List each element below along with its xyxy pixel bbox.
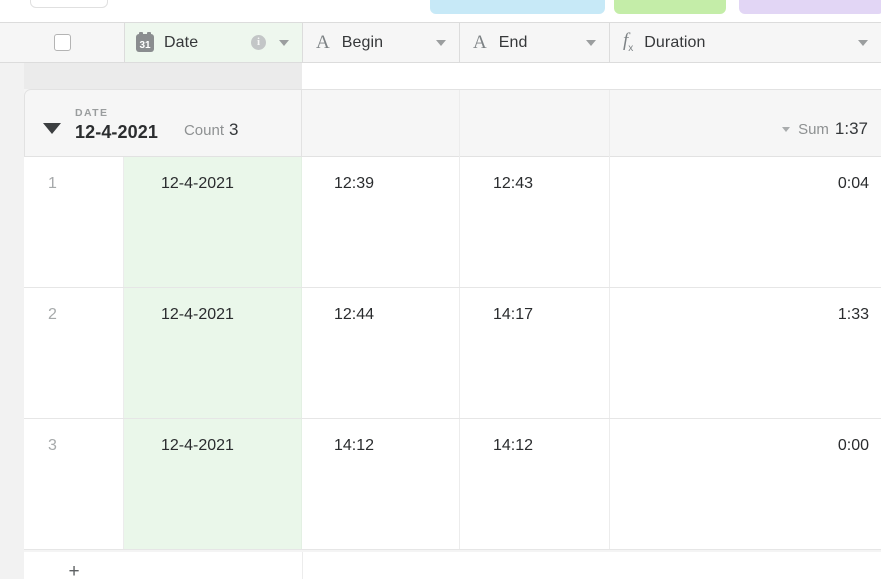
group-count-value: 3 [229, 119, 239, 139]
cell-date[interactable]: 12-4-2021 [124, 419, 302, 549]
group-count[interactable]: Count 3 [184, 120, 239, 140]
text-field-icon: A [316, 32, 330, 53]
group-count-label: Count [183, 121, 224, 139]
left-gutter [0, 63, 24, 579]
tab-blue[interactable] [430, 0, 605, 14]
calendar-icon: 31 [136, 31, 154, 52]
table-row[interactable]: 3 12-4-2021 14:12 14:12 0:00 [24, 419, 881, 550]
cell-value: 12-4-2021 [161, 437, 234, 454]
group-header-divider [459, 90, 460, 157]
row-number-cell[interactable]: 1 [24, 157, 124, 287]
header-cell-date[interactable]: 31 Date i [125, 23, 302, 62]
group-summary-value: 1:37 [834, 119, 868, 138]
grid-app: 31 Date i A Begin A End fx Duration DATE… [0, 0, 881, 579]
cell-value: 0:00 [837, 437, 869, 454]
row-number-cell[interactable]: 2 [24, 288, 124, 418]
cell-value: 14:12 [493, 437, 534, 454]
calendar-icon-text: 31 [139, 39, 151, 51]
header-cell-begin[interactable]: A Begin [303, 23, 459, 62]
cell-date[interactable]: 12-4-2021 [124, 157, 302, 287]
header-cell-end[interactable]: A End [460, 23, 609, 62]
cell-value: 12-4-2021 [161, 175, 234, 192]
group-summary-label: Sum [798, 120, 829, 138]
cell-value: 12-4-2021 [161, 306, 234, 323]
row-number: 3 [48, 437, 57, 454]
chevron-down-icon[interactable] [586, 39, 596, 46]
cell-begin[interactable]: 12:44 [302, 288, 460, 418]
row-number: 1 [48, 175, 57, 192]
table-row[interactable]: 2 12-4-2021 12:44 14:17 1:33 [24, 288, 881, 419]
header-select-all-cell [0, 23, 124, 62]
header-label-duration: Duration [644, 33, 706, 51]
group-summary-duration[interactable]: Sum 1:37 [782, 119, 868, 139]
tab-active[interactable] [30, 0, 108, 8]
column-header-row: 31 Date i A Begin A End fx Duration [0, 22, 881, 63]
cell-value: 1:33 [837, 306, 869, 323]
footer-divider [302, 552, 303, 579]
row-grid: 1 12-4-2021 12:39 12:43 0:04 2 12-4-2021… [0, 157, 881, 579]
cell-end[interactable]: 12:43 [460, 157, 610, 287]
group-field-label: DATE [75, 107, 109, 119]
cell-date[interactable]: 12-4-2021 [124, 288, 302, 418]
formula-icon: fx [623, 30, 634, 54]
cell-begin[interactable]: 12:39 [302, 157, 460, 287]
group-header-divider [609, 90, 610, 157]
cell-end[interactable]: 14:12 [460, 419, 610, 549]
chevron-down-icon[interactable] [858, 39, 868, 46]
cell-value: 12:43 [493, 175, 534, 192]
group-value: 12-4-2021 [75, 122, 158, 142]
cell-end[interactable]: 14:17 [460, 288, 610, 418]
group-band-spacer [302, 63, 881, 89]
add-row-footer[interactable]: + [24, 552, 881, 579]
cell-value: 12:44 [334, 306, 375, 323]
cell-value: 0:04 [837, 175, 869, 192]
tab-purple[interactable] [739, 0, 881, 14]
group-collapse-toggle[interactable] [43, 122, 61, 134]
cell-value: 14:12 [334, 437, 375, 454]
header-label-end: End [498, 33, 528, 51]
chevron-down-icon[interactable] [279, 39, 289, 46]
cell-begin[interactable]: 14:12 [302, 419, 460, 549]
cell-value: 14:17 [493, 306, 534, 323]
cell-duration[interactable]: 1:33 [610, 288, 881, 418]
row-number-cell[interactable]: 3 [24, 419, 124, 549]
cell-duration[interactable]: 0:04 [610, 157, 881, 287]
table-row[interactable]: 1 12-4-2021 12:39 12:43 0:04 [24, 157, 881, 288]
chevron-down-icon[interactable] [782, 126, 791, 132]
select-all-checkbox[interactable] [53, 34, 71, 51]
row-number: 2 [48, 306, 57, 323]
header-cell-duration[interactable]: fx Duration [610, 23, 881, 62]
chevron-down-icon[interactable] [436, 39, 446, 46]
text-field-icon: A [473, 32, 487, 53]
add-row-button[interactable]: + [66, 562, 82, 579]
cell-duration[interactable]: 0:00 [610, 419, 881, 549]
tab-green[interactable] [614, 0, 726, 14]
header-label-begin: Begin [341, 33, 384, 51]
info-icon[interactable]: i [251, 35, 266, 50]
group-header-left: DATE 12-4-2021 Count 3 [24, 89, 302, 157]
cell-value: 12:39 [334, 175, 375, 192]
group-header-text: DATE 12-4-2021 [75, 107, 158, 143]
header-label-date: Date [164, 33, 199, 51]
tab-strip [0, 0, 881, 22]
group-band [0, 63, 881, 89]
group-header-summary-row: Sum 1:37 [302, 89, 881, 157]
